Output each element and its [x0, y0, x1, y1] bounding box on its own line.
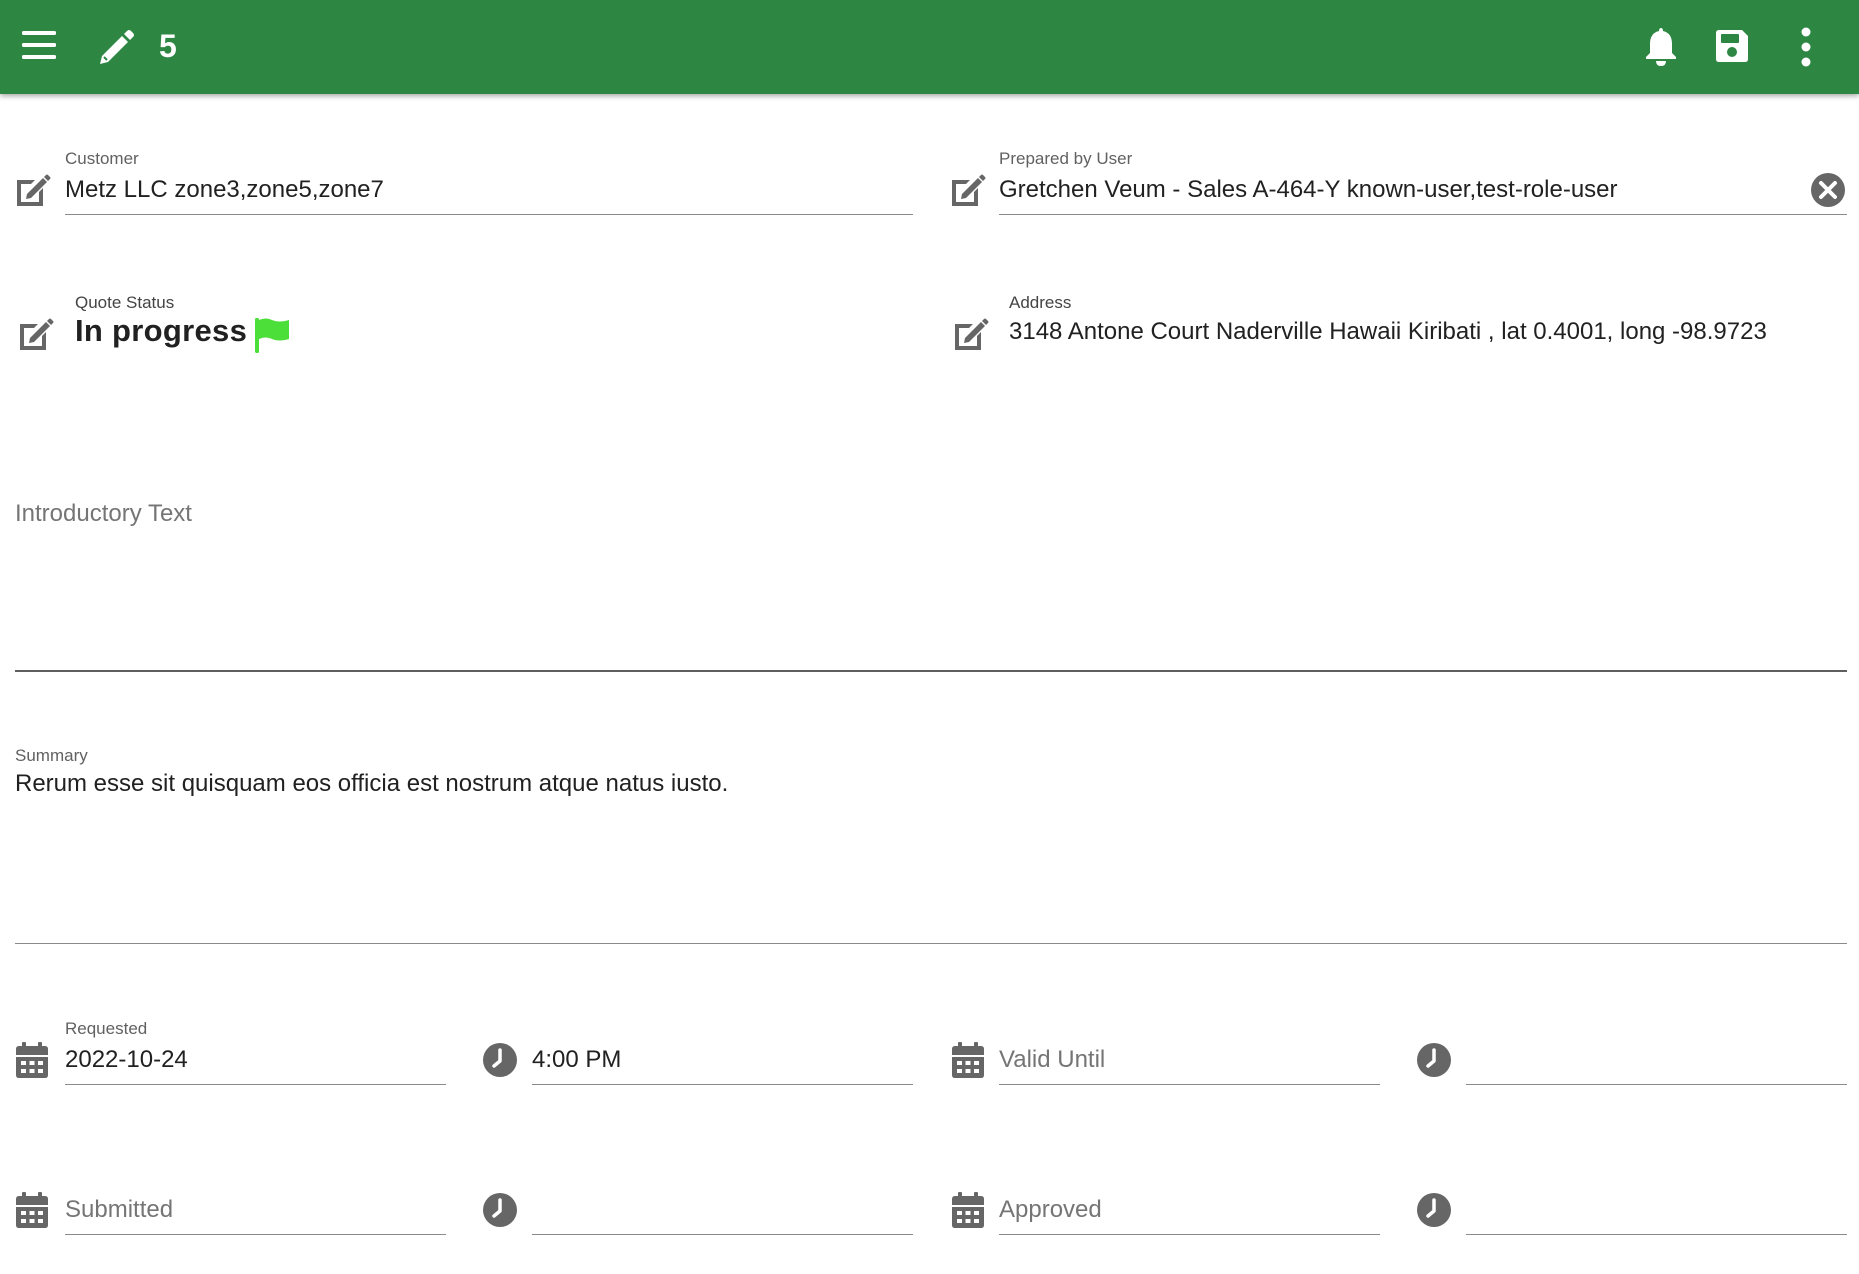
customer-label: Customer: [65, 149, 139, 168]
quote-status-value: In progress: [75, 313, 248, 348]
approved-time-field[interactable]: [1466, 1195, 1847, 1225]
menu-icon[interactable]: [20, 28, 58, 62]
calendar-icon[interactable]: [15, 1191, 49, 1229]
summary-label: Summary: [15, 746, 88, 765]
approved-date-underline: [999, 1234, 1380, 1235]
summary-field[interactable]: Rerum esse sit quisquam eos officia est …: [15, 769, 728, 799]
clock-icon[interactable]: [482, 1192, 518, 1228]
introductory-text-field[interactable]: Introductory Text: [15, 499, 192, 529]
prepared-by-field[interactable]: Gretchen Veum - Sales A-464-Y known-user…: [999, 175, 1618, 205]
summary-underline: [15, 943, 1847, 944]
requested-time-underline: [532, 1084, 913, 1085]
edit-icon[interactable]: [16, 316, 56, 352]
clock-icon[interactable]: [1416, 1042, 1452, 1078]
edit-icon[interactable]: [948, 172, 988, 208]
app-bar: 5: [0, 0, 1859, 94]
submitted-date-underline: [65, 1234, 446, 1235]
quote-status-label: Quote Status: [75, 293, 175, 312]
approved-time-underline: [1466, 1234, 1847, 1235]
approved-date-field[interactable]: Approved: [999, 1195, 1102, 1225]
valid-until-time-underline: [1466, 1084, 1847, 1085]
clear-icon[interactable]: [1810, 172, 1846, 208]
calendar-icon[interactable]: [15, 1041, 49, 1079]
flag-icon: [255, 318, 289, 353]
requested-time-field[interactable]: 4:00 PM: [532, 1045, 621, 1075]
pencil-icon: [100, 30, 134, 64]
submitted-time-field[interactable]: [532, 1195, 913, 1225]
requested-date-underline: [65, 1084, 446, 1085]
calendar-icon[interactable]: [951, 1191, 985, 1229]
requested-label: Requested: [65, 1019, 148, 1038]
customer-underline: [65, 214, 913, 215]
submitted-date-field[interactable]: Submitted: [65, 1195, 173, 1225]
clock-icon[interactable]: [482, 1042, 518, 1078]
save-icon[interactable]: [1713, 27, 1751, 65]
address-label: Address: [1009, 293, 1072, 312]
customer-field[interactable]: Metz LLC zone3,zone5,zone7: [65, 175, 384, 205]
bell-icon[interactable]: [1642, 25, 1680, 67]
clock-icon[interactable]: [1416, 1192, 1452, 1228]
submitted-time-underline: [532, 1234, 913, 1235]
valid-until-time-field[interactable]: [1466, 1045, 1847, 1075]
more-vert-icon[interactable]: [1794, 26, 1818, 68]
requested-date-field[interactable]: 2022-10-24: [65, 1045, 188, 1075]
prepared-by-underline: [999, 214, 1847, 215]
prepared-by-label: Prepared by User: [999, 149, 1133, 168]
valid-until-date-field[interactable]: Valid Until: [999, 1045, 1105, 1075]
calendar-icon[interactable]: [951, 1041, 985, 1079]
address-value: 3148 Antone Court Naderville Hawaii Kiri…: [1009, 318, 1767, 345]
introductory-text-underline: [15, 670, 1847, 672]
edit-icon[interactable]: [13, 172, 53, 208]
edit-icon[interactable]: [951, 316, 991, 352]
valid-until-date-underline: [999, 1084, 1380, 1085]
record-number: 5: [159, 28, 177, 64]
